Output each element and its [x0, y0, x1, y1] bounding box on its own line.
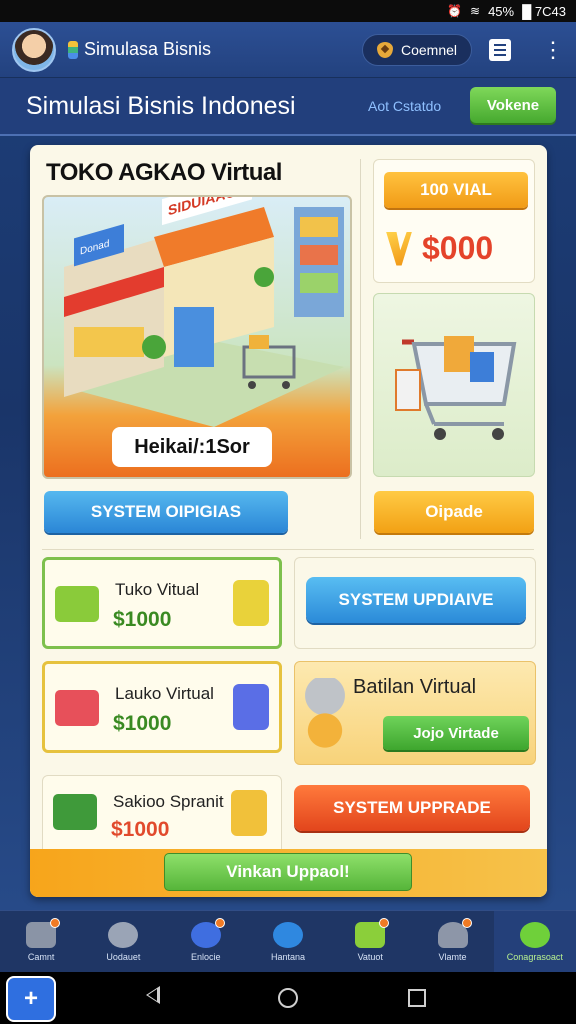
more-options-icon[interactable]: ⋮: [542, 36, 564, 64]
list-item[interactable]: Tuko Vitual $1000: [42, 557, 282, 649]
price-tag: 100 VIAL: [384, 172, 528, 208]
header-link[interactable]: Aot Cstatdo: [368, 98, 441, 114]
nav-label: Uodauet: [106, 951, 141, 962]
globe-icon: [272, 921, 303, 948]
nav-item-enlocie[interactable]: Enlocie: [165, 911, 247, 972]
price-amount: $000: [386, 230, 493, 267]
avatar[interactable]: [12, 27, 56, 72]
channel-button[interactable]: Coemnel: [362, 34, 472, 66]
shield-icon: [376, 42, 393, 58]
wifi-icon: ≋: [470, 4, 481, 18]
bottom-nav: Camnt Uodauet Enlocie Hantana Vatuot Vla…: [0, 910, 576, 972]
system-nav-bar: +: [0, 972, 576, 1024]
box-icon: [53, 794, 97, 830]
nav-label: Conagrasoact: [506, 951, 563, 962]
batilan-panel: Batilan Virtual Jojo Virtade: [294, 661, 536, 765]
app-bar: Simulasa Bisnis Coemnel ⋮: [0, 22, 576, 78]
quick-action-button[interactable]: +: [6, 976, 56, 1022]
header: Simulasi Bisnis Indonesi Aot Cstatdo Vok…: [0, 78, 576, 136]
list-icon[interactable]: [489, 39, 511, 61]
recent-apps-icon[interactable]: [408, 989, 426, 1007]
truck-icon: [26, 917, 61, 948]
item-price: $1000: [111, 818, 170, 841]
app-title: Simulasa Bisnis: [84, 39, 212, 59]
coins-icon: [305, 678, 345, 748]
home-icon[interactable]: [278, 988, 298, 1008]
back-icon[interactable]: [146, 986, 160, 1004]
list-item[interactable]: Lauko Virtual $1000: [42, 661, 282, 753]
channel-label: Coemnel: [400, 42, 458, 58]
settings-icon: [519, 921, 550, 948]
divider: [360, 159, 361, 539]
chat-icon: [190, 917, 225, 948]
alarm-icon: ⏰: [447, 4, 462, 18]
add-icon: +: [23, 985, 38, 1012]
batilan-button[interactable]: Jojo Virtade: [383, 716, 529, 750]
nav-label: Hantana: [270, 951, 305, 962]
nav-label: Vlamte: [438, 951, 467, 962]
shopping-cart-panel: [373, 293, 535, 477]
divider: [42, 549, 534, 550]
nav-item-camnt[interactable]: Camnt: [0, 911, 82, 972]
status-bar: ⏰ ≋ 45% █ 7C43: [0, 0, 576, 22]
item-name: Sakioo Spranit: [113, 792, 224, 811]
main-card: TOKO AGKAO Virtual Donad SIDUIAAG Heikai…: [30, 145, 547, 897]
batilan-title: Batilan Virtual: [353, 676, 477, 698]
bottom-band: Vinkan Uppaol!: [30, 849, 547, 897]
shop-overlay-label: Heikai/:1Sor: [112, 427, 272, 467]
battery-percent: 45%: [488, 3, 515, 19]
shop-title: TOKO AGKAO Virtual: [46, 159, 282, 186]
price-value: $000: [422, 230, 494, 266]
currency-icon: [386, 231, 412, 266]
carrier-text: █ 7C43: [522, 3, 566, 19]
system-upgrade-button[interactable]: SYSTEM UPPRADE: [294, 785, 530, 831]
system-button[interactable]: SYSTEM OIPIGIAS: [44, 491, 288, 533]
nav-item-vlamte[interactable]: Vlamte: [411, 911, 493, 972]
price-box: 100 VIAL $000: [373, 159, 535, 283]
jar-icon: [231, 790, 267, 836]
shop-illustration: Donad SIDUIAAG Heikai/:1Sor: [42, 195, 352, 479]
nav-item-vatuot[interactable]: Vatuot: [329, 911, 411, 972]
nav-label: Enlocie: [190, 951, 221, 962]
item-price: $1000: [113, 712, 172, 735]
battery-icon: [355, 917, 390, 948]
item-name: Tuko Vitual: [115, 580, 200, 599]
nav-item-uodauet[interactable]: Uodauet: [82, 911, 164, 972]
truck-icon: [55, 690, 99, 726]
item-price: $1000: [113, 608, 172, 631]
helmet-icon: [437, 917, 472, 948]
truck-icon: [55, 586, 99, 622]
app-logo-icon: [68, 40, 78, 59]
main-upgrade-button[interactable]: Vinkan Uppaol!: [164, 853, 412, 891]
bottle-icon: [233, 684, 269, 730]
item-name: Lauko Virtual: [115, 684, 214, 703]
jar-icon: [233, 580, 269, 626]
store-sign: SIDUIAAG: [168, 197, 236, 219]
vokene-button[interactable]: Vokene: [470, 87, 556, 123]
nav-label: Vatuot: [357, 951, 383, 962]
nav-label: Camnt: [27, 951, 55, 962]
gear-icon: [108, 921, 139, 948]
page-title: Simulasi Bisnis Indonesi: [26, 92, 296, 120]
system-update-button[interactable]: SYSTEM UPDIAIVE: [306, 577, 526, 623]
nav-item-conagrasoact[interactable]: Conagrasoact: [493, 911, 576, 972]
shopping-cart-icon: [395, 336, 517, 440]
nav-item-hantana[interactable]: Hantana: [247, 911, 329, 972]
upgrade-button[interactable]: Oipade: [374, 491, 534, 533]
